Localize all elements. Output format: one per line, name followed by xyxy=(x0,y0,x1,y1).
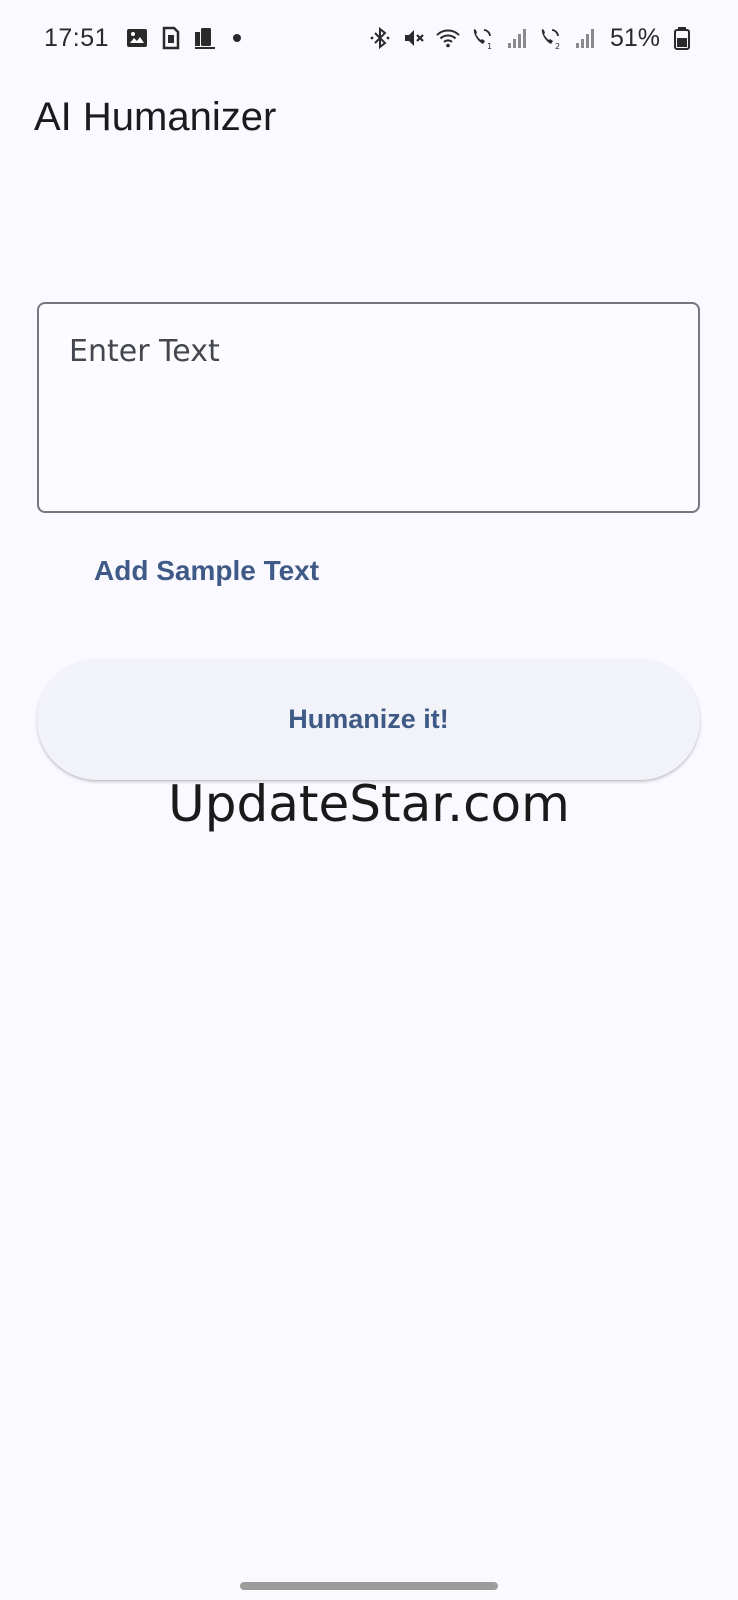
battery-percent: 51% xyxy=(609,23,660,52)
phone-link-icon xyxy=(193,26,217,50)
signal-sim2-icon xyxy=(572,26,596,50)
signal-sim1-icon xyxy=(504,26,528,50)
status-left: 17:51 xyxy=(44,23,242,53)
status-time: 17:51 xyxy=(44,23,110,52)
svg-text:2: 2 xyxy=(555,42,560,50)
gallery-icon xyxy=(125,26,149,50)
mute-icon xyxy=(402,26,426,50)
gesture-navigation-bar[interactable] xyxy=(240,1582,498,1590)
app-screen: 17:51 1 2 51% AI Humanizer Enter Text Ad… xyxy=(0,0,738,1600)
wifi-call-sim2-icon: 2 xyxy=(538,26,562,50)
sim-card-icon xyxy=(159,26,183,50)
watermark-text: UpdateStar.com xyxy=(168,775,570,833)
battery-icon xyxy=(670,26,694,50)
app-title: AI Humanizer xyxy=(34,95,277,139)
svg-text:1: 1 xyxy=(487,42,492,50)
add-sample-text-button[interactable]: Add Sample Text xyxy=(66,545,347,597)
humanize-button[interactable]: Humanize it! xyxy=(37,659,700,780)
wifi-call-sim1-icon: 1 xyxy=(470,26,494,50)
bluetooth-icon xyxy=(368,26,392,50)
status-right: 1 2 51% xyxy=(368,24,694,53)
text-input-container[interactable] xyxy=(37,302,700,513)
notification-dot-icon xyxy=(233,34,242,42)
text-input[interactable] xyxy=(69,334,669,484)
wifi-icon xyxy=(436,26,460,50)
status-bar: 17:51 1 2 51% xyxy=(0,0,738,76)
